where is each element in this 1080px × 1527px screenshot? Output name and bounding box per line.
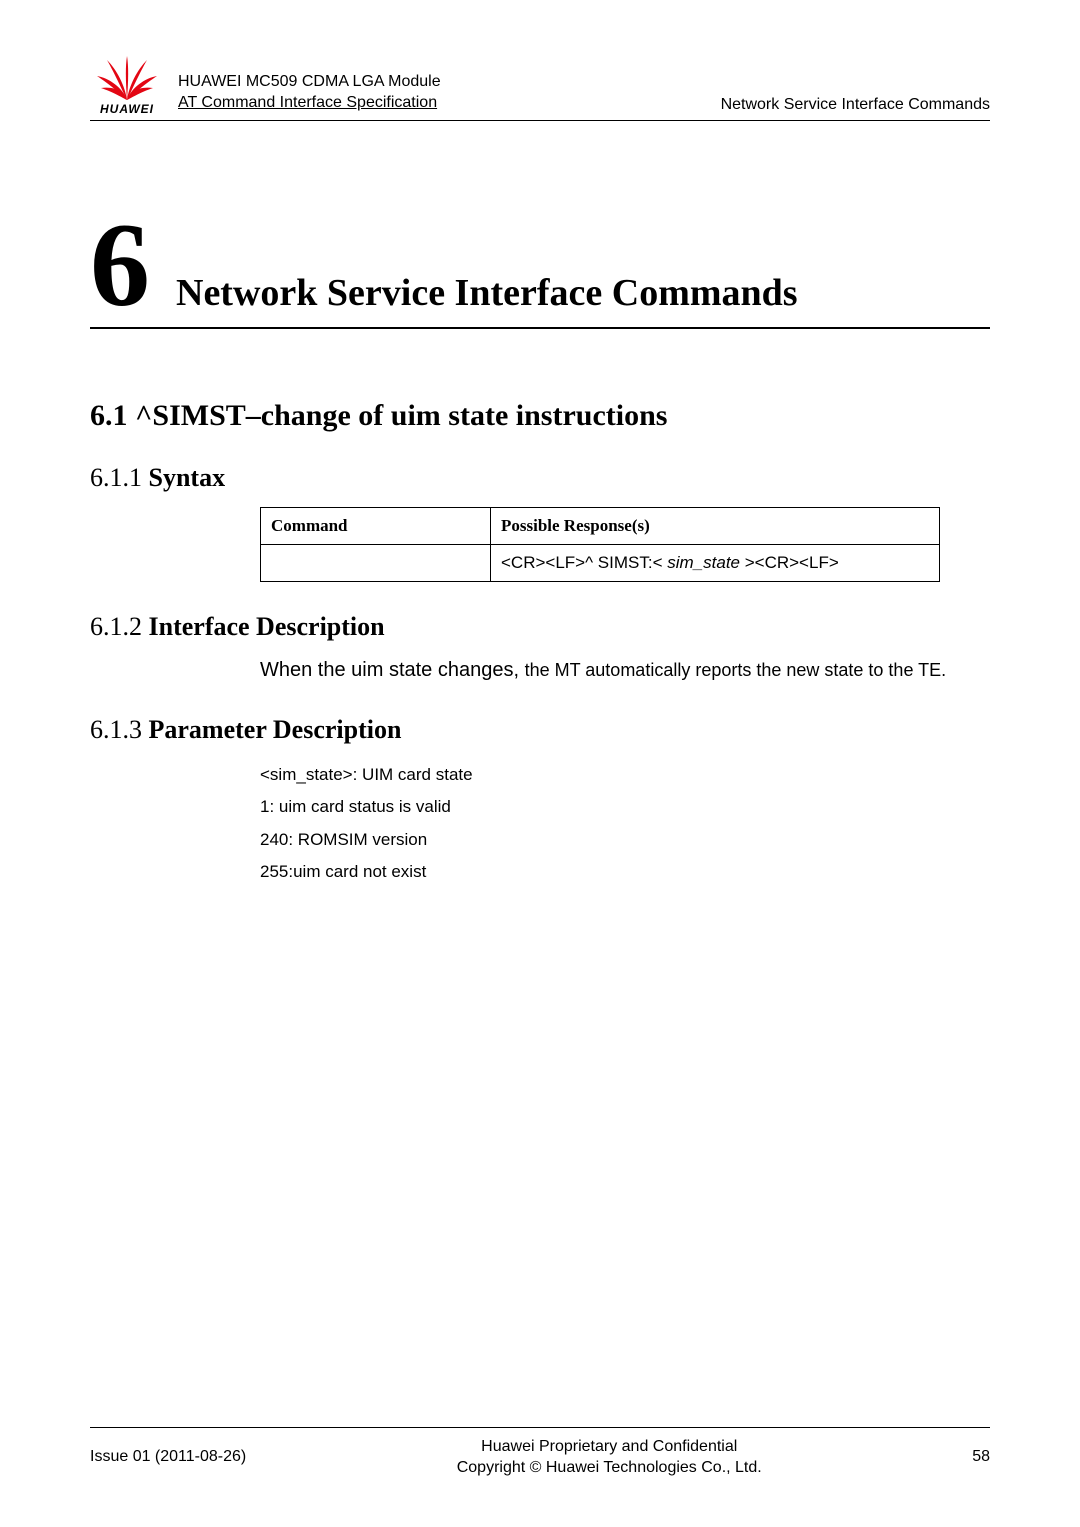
footer-issue: Issue 01 (2011-08-26)	[90, 1448, 246, 1466]
table-cell-response: <CR><LF>^ SIMST:< sim_state ><CR><LF>	[491, 545, 940, 582]
header-product-line1: HUAWEI MC509 CDMA LGA Module	[178, 71, 721, 93]
huawei-petal-icon	[95, 56, 159, 104]
subsection-number: 6.1.2	[90, 612, 149, 641]
page-footer: Issue 01 (2011-08-26) Huawei Proprietary…	[90, 1427, 990, 1479]
table-row: <CR><LF>^ SIMST:< sim_state ><CR><LF>	[261, 545, 940, 582]
subsection-heading-syntax: 6.1.1 Syntax	[90, 463, 990, 493]
header-product-line2: AT Command Interface Specification	[178, 92, 721, 114]
subsection-number: 6.1.3	[90, 715, 149, 744]
header-product: HUAWEI MC509 CDMA LGA Module AT Command …	[178, 71, 721, 116]
huawei-logo: HUAWEI	[90, 56, 164, 116]
param-line: 255:uim card not exist	[260, 856, 990, 888]
param-line: <sim_state>: UIM card state	[260, 759, 990, 791]
chapter-number: 6	[90, 211, 150, 319]
footer-line1: Huawei Proprietary and Confidential	[246, 1436, 972, 1458]
page-header: HUAWEI HUAWEI MC509 CDMA LGA Module AT C…	[90, 56, 990, 121]
table-cell-command	[261, 545, 491, 582]
interface-desc-part1: When the uim state changes,	[260, 659, 525, 681]
subsection-title: Interface Description	[149, 612, 385, 641]
interface-desc-part2: the MT automatically reports the new sta…	[525, 660, 947, 680]
subsection-heading-interface-desc: 6.1.2 Interface Description	[90, 612, 990, 642]
table-header-response: Possible Response(s)	[491, 508, 940, 545]
interface-description-body: When the uim state changes, the MT autom…	[260, 656, 990, 685]
chapter-title: Network Service Interface Commands	[176, 271, 798, 315]
footer-line2: Copyright © Huawei Technologies Co., Ltd…	[246, 1457, 972, 1479]
syntax-table: Command Possible Response(s) <CR><LF>^ S…	[260, 507, 940, 582]
subsection-title: Syntax	[149, 463, 226, 492]
footer-confidential: Huawei Proprietary and Confidential Copy…	[246, 1436, 972, 1479]
param-line: 1: uim card status is valid	[260, 791, 990, 823]
huawei-logo-text: HUAWEI	[100, 102, 154, 116]
subsection-title: Parameter Description	[149, 715, 402, 744]
subsection-heading-param-desc: 6.1.3 Parameter Description	[90, 715, 990, 745]
chapter-heading: 6 Network Service Interface Commands	[90, 211, 990, 329]
parameter-list: <sim_state>: UIM card state 1: uim card …	[260, 759, 990, 888]
table-header-row: Command Possible Response(s)	[261, 508, 940, 545]
footer-page-number: 58	[972, 1448, 990, 1466]
header-section-title: Network Service Interface Commands	[721, 96, 990, 116]
subsection-number: 6.1.1	[90, 463, 149, 492]
table-header-command: Command	[261, 508, 491, 545]
param-line: 240: ROMSIM version	[260, 824, 990, 856]
section-heading-6-1: 6.1 ^SIMST–change of uim state instructi…	[90, 399, 990, 433]
